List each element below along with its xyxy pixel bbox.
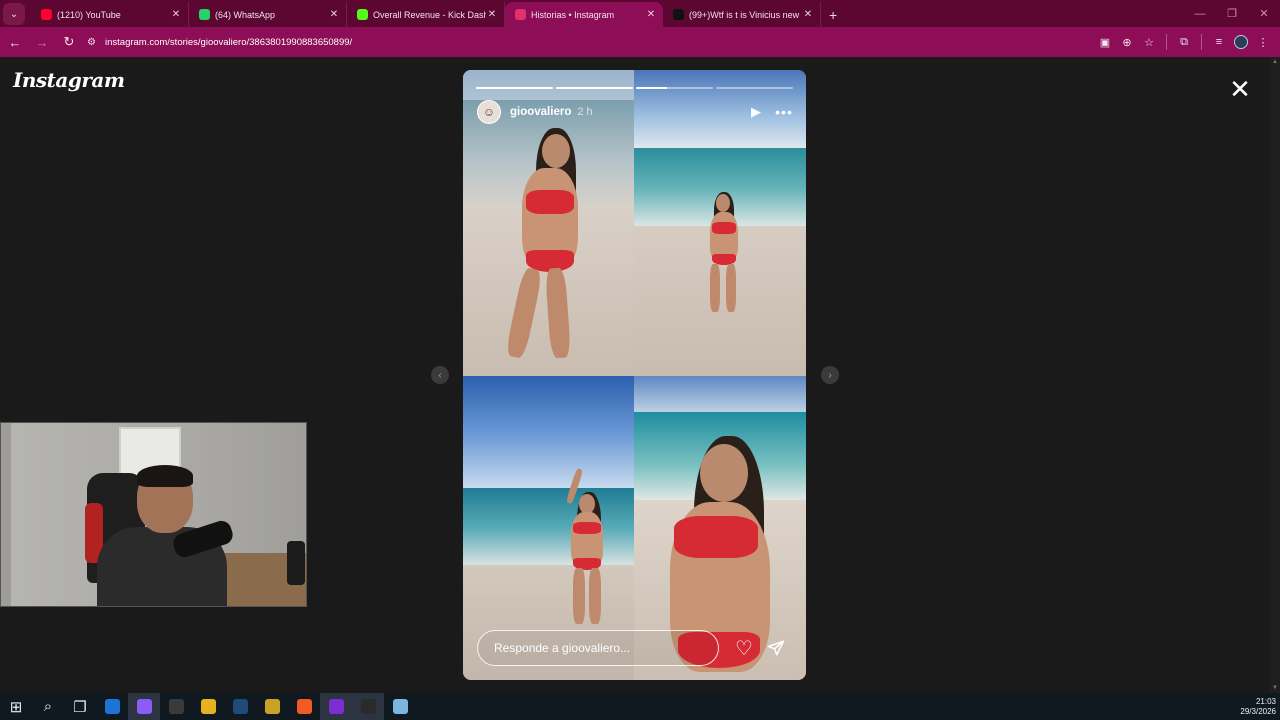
previous-story-button[interactable]: ‹ xyxy=(431,366,449,384)
reply-input[interactable] xyxy=(477,630,719,666)
tab-title: (1210) YouTube xyxy=(57,9,121,20)
browser-tab[interactable]: (64) WhatsApp ✕ xyxy=(189,2,347,27)
tab-favicon-icon xyxy=(41,9,52,20)
extensions-icon[interactable]: ⧉ xyxy=(1173,31,1195,53)
tab-close-icon[interactable]: ✕ xyxy=(802,9,814,20)
clock-time: 21:03 xyxy=(1255,696,1276,706)
reload-button[interactable]: ↻ xyxy=(57,30,81,54)
discord-icon[interactable] xyxy=(128,693,160,720)
url-text: instagram.com/stories/gioovaliero/386380… xyxy=(105,36,353,48)
toolbar-divider xyxy=(1201,34,1202,50)
obs-icon[interactable] xyxy=(352,693,384,720)
brave-icon[interactable] xyxy=(288,693,320,720)
progress-segment xyxy=(476,87,553,89)
tab-search-button[interactable]: ⌄ xyxy=(3,3,25,25)
story-progress-bar xyxy=(476,87,793,89)
tab-title: (99+)Wtf is t is Vinicius new ha xyxy=(689,9,802,20)
tab-strip: ⌄ (1210) YouTube ✕ (64) WhatsApp ✕ Overall R… xyxy=(0,0,1280,27)
restore-button[interactable]: ❐ xyxy=(1216,0,1248,27)
play-icon[interactable]: ▶ xyxy=(747,103,765,121)
zoom-icon[interactable]: ⊕ xyxy=(1116,31,1138,53)
toolbar-divider xyxy=(1166,34,1167,50)
profile-avatar[interactable] xyxy=(1230,31,1252,53)
tab-favicon-icon xyxy=(673,9,684,20)
tab-title: Historias • Instagram xyxy=(531,9,615,20)
browser-menu-icon[interactable]: ⋮ xyxy=(1252,31,1274,53)
browser-tab[interactable]: (1210) YouTube ✕ xyxy=(31,2,189,27)
task-view-icon[interactable]: ❐ xyxy=(64,693,96,720)
notepad-icon[interactable] xyxy=(384,693,416,720)
scroll-down-arrow-icon[interactable]: ▼ xyxy=(1272,685,1278,691)
story-photo-collage xyxy=(463,70,806,680)
browser-tab[interactable]: Overall Revenue - Kick Dashbo✕ xyxy=(347,2,505,27)
epic-games-icon[interactable] xyxy=(160,693,192,720)
tab-title: (64) WhatsApp xyxy=(215,9,276,20)
tab-favicon-icon xyxy=(199,9,210,20)
battle-net-icon[interactable] xyxy=(256,693,288,720)
tab-favicon-icon xyxy=(515,9,526,20)
clock-date: 29/3/2026 xyxy=(1240,706,1276,716)
page-scrollbar[interactable]: ▲ ▼ xyxy=(1270,57,1280,693)
outlook-icon[interactable] xyxy=(96,693,128,720)
tab-title: Overall Revenue - Kick Dashbo xyxy=(373,9,486,20)
like-heart-icon[interactable]: ♡ xyxy=(733,637,755,660)
nzxt-icon[interactable] xyxy=(320,693,352,720)
site-info-icon[interactable]: ⚙ xyxy=(87,37,105,48)
close-story-button[interactable]: ✕ xyxy=(1226,75,1254,103)
progress-segment xyxy=(556,87,633,89)
story-reply-bar: ♡ xyxy=(477,630,795,666)
instagram-logo[interactable]: Instagram xyxy=(13,68,125,92)
chrome-icon[interactable] xyxy=(192,693,224,720)
windows-taskbar: ⊞ ⌕ ❐ 21:03 29/3/2026 xyxy=(0,693,1280,720)
steam-icon[interactable] xyxy=(224,693,256,720)
window-controls: — ❐ ✕ xyxy=(1184,0,1280,27)
search-icon[interactable]: ⌕ xyxy=(32,693,64,720)
tab-favicon-icon xyxy=(357,9,368,20)
media-controls-icon[interactable]: ≡ xyxy=(1208,31,1230,53)
story-username[interactable]: gioovaliero xyxy=(510,106,571,118)
close-window-button[interactable]: ✕ xyxy=(1248,0,1280,27)
install-app-icon[interactable]: ▣ xyxy=(1094,31,1116,53)
story-timestamp: 2 h xyxy=(577,106,593,118)
forward-button[interactable]: → xyxy=(30,30,54,54)
next-story-button[interactable]: › xyxy=(821,366,839,384)
tab-close-icon[interactable]: ✕ xyxy=(645,9,657,20)
scroll-up-arrow-icon[interactable]: ▲ xyxy=(1272,59,1278,65)
tab-close-icon[interactable]: ✕ xyxy=(486,9,498,20)
webcam-overlay xyxy=(0,422,307,607)
browser-toolbar: ← → ↻ ⚙ instagram.com/stories/gioovalier… xyxy=(0,27,1280,57)
progress-segment xyxy=(636,87,713,89)
more-options-icon[interactable]: ••• xyxy=(773,104,795,120)
browser-tab[interactable]: Historias • Instagram ✕ xyxy=(505,2,663,27)
minimize-button[interactable]: — xyxy=(1184,0,1216,27)
share-send-icon[interactable] xyxy=(765,637,787,659)
story-viewer[interactable]: ☺ gioovaliero 2 h ▶ ••• ♡ xyxy=(463,70,806,680)
tab-close-icon[interactable]: ✕ xyxy=(328,9,340,20)
tab-close-icon[interactable]: ✕ xyxy=(170,9,182,20)
progress-segment xyxy=(716,87,793,89)
bookmark-star-icon[interactable]: ☆ xyxy=(1138,31,1160,53)
browser-tab[interactable]: (99+)Wtf is t is Vinicius new ha ✕ xyxy=(663,2,821,27)
story-header: ☺ gioovaliero 2 h ▶ ••• xyxy=(477,99,795,125)
address-bar[interactable]: ⚙ instagram.com/stories/gioovaliero/3863… xyxy=(87,30,1084,54)
windows-start-icon[interactable]: ⊞ xyxy=(0,693,32,720)
new-tab-button[interactable]: + xyxy=(829,7,837,23)
story-user-avatar[interactable]: ☺ xyxy=(477,100,501,124)
back-button[interactable]: ← xyxy=(3,30,27,54)
system-clock[interactable]: 21:03 29/3/2026 xyxy=(1240,697,1276,717)
